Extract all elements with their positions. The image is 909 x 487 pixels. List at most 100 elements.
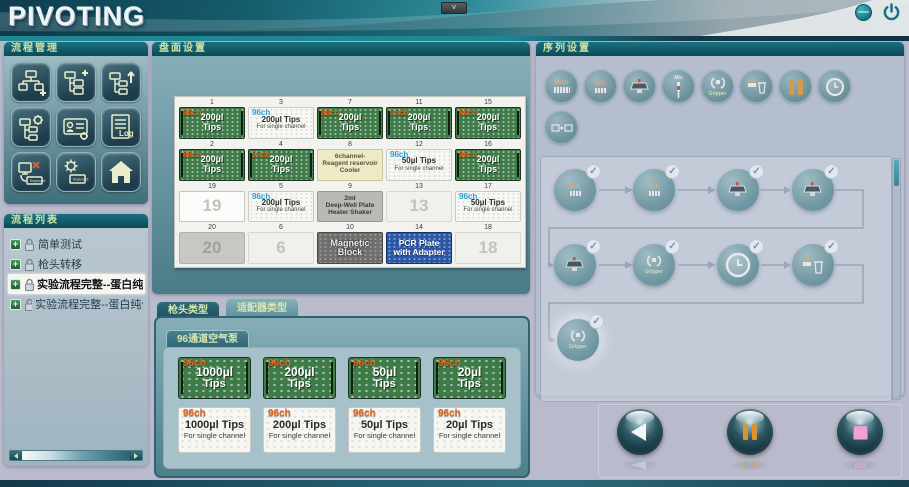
seq-tool-plate-button[interactable] <box>623 70 656 103</box>
stop-button[interactable] <box>837 409 883 455</box>
deck-slot-19[interactable]: 19 19 <box>179 183 245 224</box>
seq-tool-8ch-button[interactable]: 8ch <box>584 70 617 103</box>
deck-slot-12[interactable]: 12 96ch 50µl Tips For single channel <box>386 141 452 182</box>
flow-node-tip8[interactable]: 8ch ✓ <box>633 169 675 211</box>
expand-icon[interactable]: + <box>10 279 21 290</box>
tip-96ch-200ul[interactable]: 96ch 200µl Tips <box>263 357 336 399</box>
stop-square-icon <box>853 425 868 440</box>
add-step-button[interactable] <box>56 62 96 102</box>
deck-slot-13[interactable]: 13 13 <box>386 183 452 224</box>
deck-slot-9[interactable]: 9 2ml Deep-Well Plate Heater Shaker <box>317 183 383 224</box>
expand-icon[interactable]: + <box>10 299 21 310</box>
plate-tip-rack-single: 96ch 50µl Tips For single channel <box>455 191 521 223</box>
empty-slot: 19 <box>179 191 245 223</box>
deck-area: 1 96ch 200µl Tips 3 96ch 200µl Tips For … <box>174 96 526 268</box>
sequence-vscrollbar[interactable] <box>892 158 901 400</box>
process-list-hscrollbar[interactable] <box>9 450 143 461</box>
user-settings-button[interactable] <box>56 107 96 147</box>
tip-single-1000ul[interactable]: 96ch 1000µl Tips For single channel <box>178 407 251 453</box>
process-list: + 简单测试 + 枪头转移 + 实验流程完整--蛋白纯化 + 实验流程完整--蛋… <box>4 228 148 466</box>
process-list-item[interactable]: + 枪头转移 <box>8 254 145 274</box>
deck-slot-15[interactable]: 15 96ch 200µl Tips <box>455 99 521 140</box>
flow-node-gripper-selected[interactable]: Gripper ✓ <box>557 319 599 361</box>
deck-slot-7[interactable]: 7 96ch 200µl Tips <box>317 99 383 140</box>
tab-96ch-air-pump[interactable]: 96通道空气泵 <box>166 330 249 347</box>
transfer-icon <box>551 121 573 135</box>
titlebar: PIVOTING ˅ — <box>0 0 909 36</box>
tip-96ch-1000ul[interactable]: 96ch 1000µl Tips <box>178 357 251 399</box>
expand-icon[interactable]: + <box>10 259 21 270</box>
process-list-item[interactable]: + 简单测试 <box>8 234 145 254</box>
flow-node-discard[interactable]: ✓ <box>792 244 834 286</box>
deck-slot-17[interactable]: 17 96ch 50µl Tips For single channel <box>455 183 521 224</box>
flow-node-heater[interactable]: ✓ <box>792 169 834 211</box>
deck-slot-5[interactable]: 5 96ch 200µl Tips For single channel <box>248 183 314 224</box>
deck-slot-16[interactable]: 16 96ch 200µl Tips <box>455 141 521 182</box>
new-flow-button[interactable] <box>11 62 51 102</box>
seq-tool-96ch-button[interactable]: 96ch <box>545 70 578 103</box>
tool-label: Mix <box>674 75 682 81</box>
slot-number: 2 <box>179 141 245 149</box>
slot-number: 10 <box>317 224 383 232</box>
sequence-canvas[interactable]: 8ch ✓ 8ch ✓ <box>540 156 892 402</box>
tip-96ch-20ul[interactable]: 96ch 20µl Tips <box>433 357 506 399</box>
seq-tool-gripper-button[interactable]: Gripper <box>701 70 734 103</box>
seq-tool-discard-button[interactable] <box>740 70 773 103</box>
power-button[interactable] <box>882 3 901 22</box>
keyboard-settings-button[interactable]: Keyboard <box>56 152 96 192</box>
flow-node-heater[interactable]: ✓ <box>554 244 596 286</box>
plate-head: 96ch <box>268 409 291 420</box>
deck-slot-10[interactable]: 10 Magnetic Block <box>317 224 383 265</box>
scroll-left-button[interactable] <box>10 451 22 460</box>
plate-line: Tips <box>341 123 359 132</box>
pause-button[interactable] <box>727 409 773 455</box>
collapse-header-button[interactable]: ˅ <box>441 2 467 14</box>
minimize-button[interactable]: — <box>855 4 872 21</box>
process-mgmt-header: 流程管理 <box>4 42 148 56</box>
flow-node-tip8[interactable]: 8ch ✓ <box>554 169 596 211</box>
tip-96ch-50ul[interactable]: 96ch 50µl Tips <box>348 357 421 399</box>
plate-head: 96ch <box>183 151 201 159</box>
deck-slot-20[interactable]: 20 20 <box>179 224 245 265</box>
deck-slot-18[interactable]: 18 18 <box>455 224 521 265</box>
deck-slot-8[interactable]: 8 6channel- Reagent reservoir Cooler <box>317 141 383 182</box>
scroll-right-button[interactable] <box>130 451 142 460</box>
flow-node-gripper[interactable]: Gripper ✓ <box>633 244 675 286</box>
tip-rack-icon <box>594 88 607 93</box>
deck-slot-11[interactable]: 11 96ch 200µl Tips <box>386 99 452 140</box>
slot-big-number: 13 <box>410 197 429 215</box>
plate-head: 96ch <box>321 109 339 117</box>
process-name: 实验流程完整--蛋白纯化 1列 3 <box>35 296 143 312</box>
flow-settings-button[interactable] <box>11 107 51 147</box>
deck-slot-14[interactable]: 14 PCR Plate with Adapter <box>386 224 452 265</box>
flow-node-timer[interactable]: ✓ <box>717 244 759 286</box>
seq-tool-pause-button[interactable] <box>779 70 812 103</box>
scroll-track[interactable] <box>22 451 130 460</box>
scroll-thumb[interactable] <box>894 160 899 186</box>
plate-subline: For single channel <box>184 432 245 440</box>
disconnect-device-button[interactable]: Keyboard <box>11 152 51 192</box>
deck-slot-2[interactable]: 2 96ch 200µl Tips <box>179 141 245 182</box>
process-list-item[interactable]: + 实验流程完整--蛋白纯化 1列 3 <box>8 294 145 314</box>
seq-tool-mix-button[interactable]: Mix <box>662 70 695 103</box>
deck-slot-6[interactable]: 6 6 <box>248 224 314 265</box>
tip-single-50ul[interactable]: 96ch 50µl Tips For single channel <box>348 407 421 453</box>
seq-tool-transfer-button[interactable] <box>545 111 578 144</box>
step-back-button[interactable] <box>617 409 663 455</box>
deck-slot-3[interactable]: 3 96ch 200µl Tips For single channel <box>248 99 314 140</box>
plate-tip-rack: 96ch 200µl Tips <box>455 107 521 139</box>
tip-single-20ul[interactable]: 96ch 20µl Tips For single channel <box>433 407 506 453</box>
deck-slot-4[interactable]: 4 96ch 200µl Tips <box>248 141 314 182</box>
home-button[interactable] <box>101 152 141 192</box>
seq-tool-timer-button[interactable] <box>818 70 851 103</box>
process-list-item-selected[interactable]: + 实验流程完整--蛋白纯化 <box>8 274 145 294</box>
tip-single-200ul[interactable]: 96ch 200µl Tips For single channel <box>263 407 336 453</box>
log-button[interactable]: Log <box>101 107 141 147</box>
svg-text:Keyboard: Keyboard <box>73 178 88 182</box>
deck-slot-1[interactable]: 1 96ch 200µl Tips <box>179 99 245 140</box>
export-flow-button[interactable] <box>101 62 141 102</box>
empty-slot: 18 <box>455 232 521 264</box>
flow-node-heater[interactable]: ✓ <box>717 169 759 211</box>
expand-icon[interactable]: + <box>10 239 21 250</box>
plate-subline: For single channel <box>256 207 305 213</box>
